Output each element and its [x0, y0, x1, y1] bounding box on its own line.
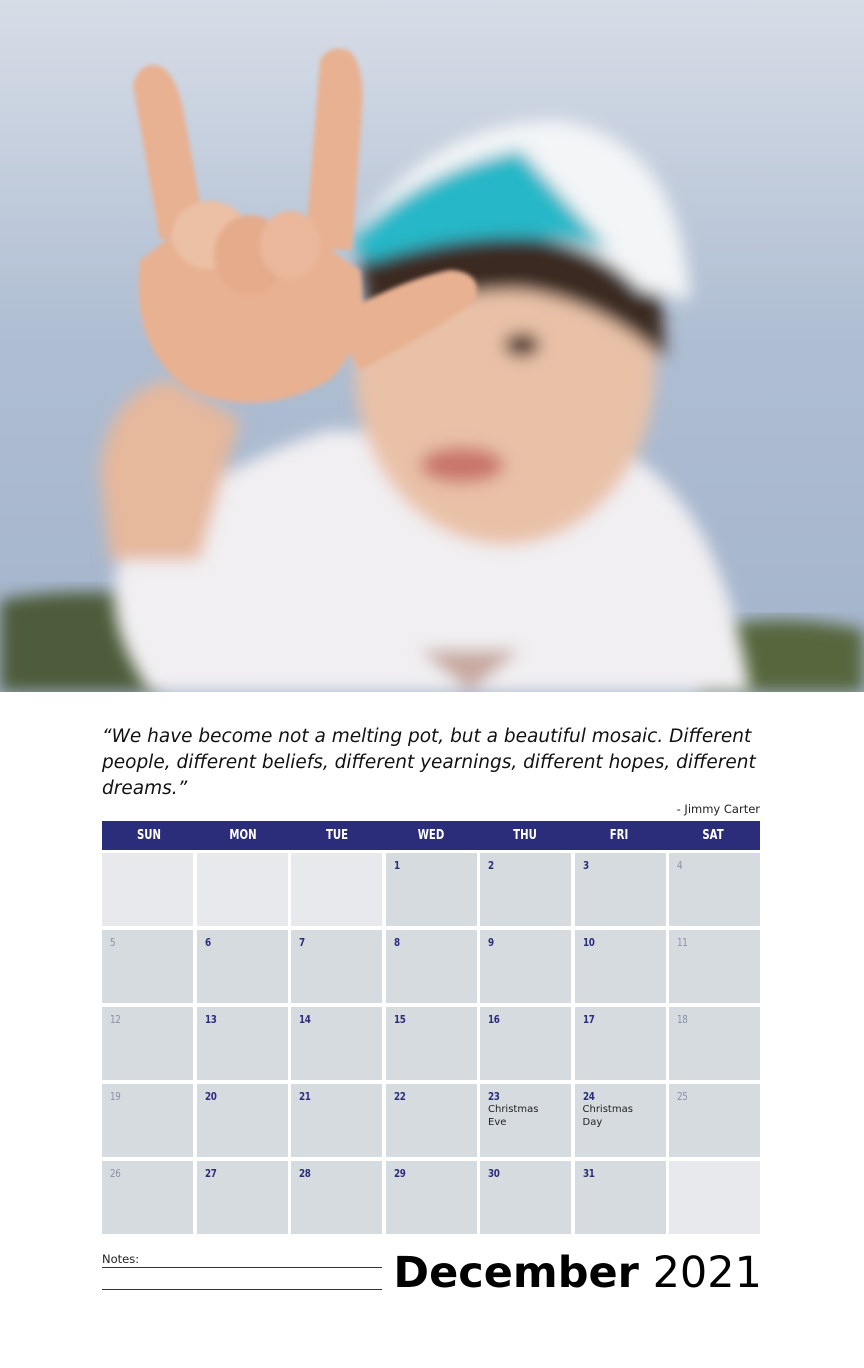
day-number: 31	[582, 1167, 595, 1180]
day-cell: 12	[102, 1007, 193, 1080]
day-cell: 19	[102, 1084, 193, 1157]
notes-label: Notes:	[102, 1252, 140, 1266]
day-cell-empty	[291, 853, 382, 926]
day-number: 14	[299, 1013, 311, 1026]
day-cell-empty	[669, 1161, 760, 1234]
weekday-sun: SUN	[136, 828, 162, 843]
day-cell: 21	[291, 1084, 382, 1157]
day-number: 27	[204, 1167, 217, 1180]
day-number: 5	[110, 936, 116, 949]
day-cell: 13	[196, 1007, 288, 1080]
holiday-label: Christmas Day	[582, 1104, 633, 1128]
weekday-mon: MON	[229, 828, 257, 843]
day-number: 4	[677, 859, 683, 872]
day-number: 2	[488, 859, 494, 872]
day-cell: 3	[574, 853, 666, 926]
day-cell: 17	[574, 1007, 666, 1080]
day-number: 15	[393, 1013, 406, 1026]
day-cell: 11	[669, 930, 760, 1003]
day-cell: 2	[480, 853, 571, 926]
day-cell: 5	[102, 930, 193, 1003]
day-number: 6	[204, 936, 211, 949]
day-number: 17	[582, 1013, 595, 1026]
day-cell: 16	[480, 1007, 571, 1080]
day-number: 23	[488, 1090, 500, 1103]
day-number: 25	[677, 1090, 688, 1103]
year: 2021	[652, 1248, 762, 1298]
calendar-grid: 1 2 3 4 5 6 7 8 9 10 11 12 13 14 15 16 1…	[102, 853, 760, 1234]
day-cell: 15	[385, 1007, 477, 1080]
day-number: 1	[393, 859, 400, 872]
weekday-tue: TUE	[325, 828, 349, 843]
day-number: 7	[299, 936, 305, 949]
day-number: 20	[204, 1090, 217, 1103]
weekday-header: SUN MON TUE WED THU FRI SAT	[102, 821, 760, 850]
notes-line	[102, 1267, 382, 1268]
day-number: 26	[110, 1167, 121, 1180]
day-cell: 18	[669, 1007, 760, 1080]
quote-text: “We have become not a melting pot, but a…	[102, 726, 756, 799]
header-photo	[0, 0, 864, 692]
day-cell: 7	[291, 930, 382, 1003]
weekday-fri: FRI	[609, 828, 629, 843]
day-cell-empty	[196, 853, 288, 926]
day-number: 30	[488, 1167, 500, 1180]
day-cell: 4	[669, 853, 760, 926]
day-cell: 22	[385, 1084, 477, 1157]
day-cell: 14	[291, 1007, 382, 1080]
day-cell: 23 Christmas Eve	[480, 1084, 571, 1157]
day-number: 3	[582, 859, 589, 872]
day-number: 9	[488, 936, 494, 949]
day-cell: 25	[669, 1084, 760, 1157]
day-number: 10	[582, 936, 595, 949]
day-cell: 20	[196, 1084, 288, 1157]
day-number: 16	[488, 1013, 500, 1026]
weekday-thu: THU	[513, 828, 537, 843]
day-number: 18	[677, 1013, 688, 1026]
weekday-wed: WED	[417, 828, 445, 843]
holiday-label: Christmas Eve	[488, 1104, 539, 1128]
day-number: 12	[110, 1013, 121, 1026]
day-number: 13	[204, 1013, 217, 1026]
day-cell: 29	[385, 1161, 477, 1234]
day-cell: 31	[574, 1161, 666, 1234]
day-cell: 28	[291, 1161, 382, 1234]
day-number: 19	[110, 1090, 121, 1103]
day-cell: 24 Christmas Day	[574, 1084, 666, 1157]
quote-author: - Jimmy Carter	[676, 802, 760, 816]
day-cell-empty	[102, 853, 193, 926]
day-number: 29	[393, 1167, 406, 1180]
day-cell: 27	[196, 1161, 288, 1234]
day-cell: 9	[480, 930, 571, 1003]
day-cell: 30	[480, 1161, 571, 1234]
weekday-sat: SAT	[702, 828, 724, 843]
day-cell: 1	[385, 853, 477, 926]
day-number: 22	[393, 1090, 406, 1103]
day-number: 24	[582, 1090, 595, 1103]
day-cell: 6	[196, 930, 288, 1003]
month-year-title: December 2021	[393, 1244, 762, 1302]
day-cell: 8	[385, 930, 477, 1003]
day-cell: 10	[574, 930, 666, 1003]
day-cell: 26	[102, 1161, 193, 1234]
day-number: 11	[677, 936, 688, 949]
day-number: 21	[299, 1090, 311, 1103]
day-number: 8	[393, 936, 400, 949]
day-number: 28	[299, 1167, 311, 1180]
notes-line	[102, 1289, 382, 1290]
month-name: December	[393, 1248, 639, 1298]
